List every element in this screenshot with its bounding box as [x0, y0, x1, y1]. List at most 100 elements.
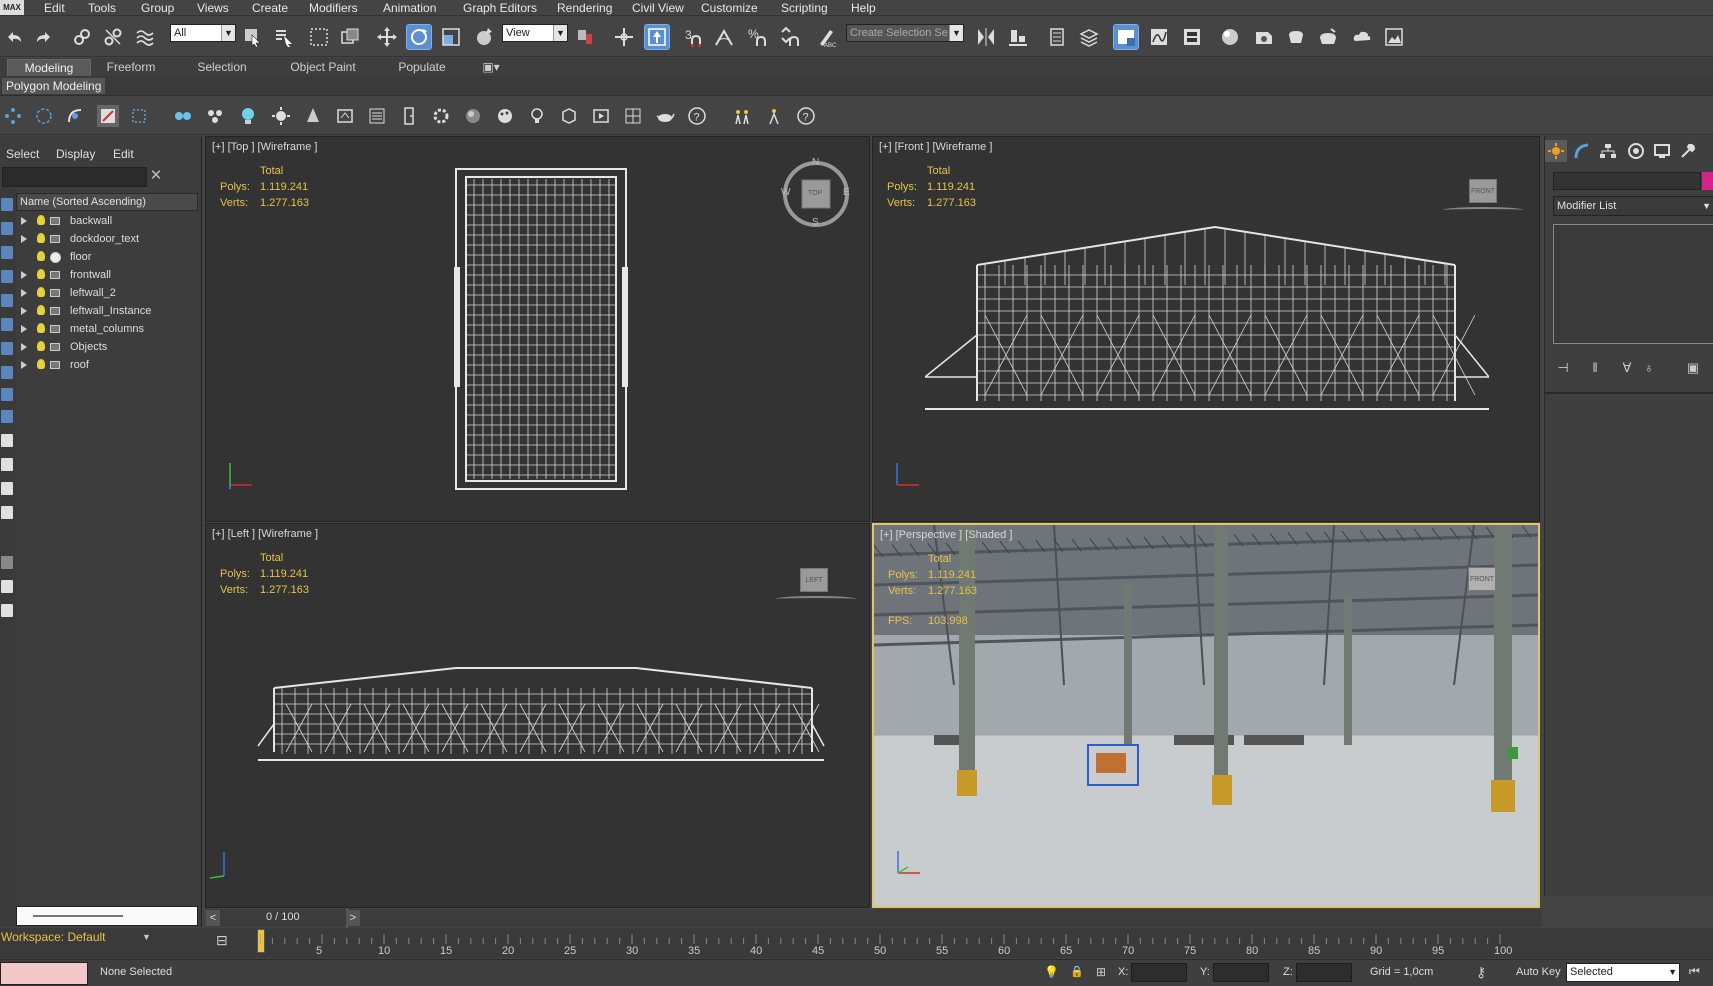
menu-customize[interactable]: Customize [701, 1, 758, 15]
menu-help[interactable]: Help [851, 1, 876, 15]
scene-explorer-scrollbar[interactable] [16, 906, 198, 926]
x-coord-field[interactable] [1131, 963, 1187, 982]
spinner-snap-icon[interactable] [777, 25, 801, 49]
undo-icon[interactable] [2, 25, 26, 49]
auto-key-button[interactable]: Auto Key [1516, 966, 1561, 978]
filter-none-icon[interactable] [1, 458, 13, 471]
move-icon[interactable] [375, 25, 399, 49]
unlink-icon[interactable] [101, 25, 125, 49]
modifier-stack[interactable] [1553, 224, 1713, 344]
filter-frozen-icon[interactable] [1, 506, 13, 519]
object-type-icon[interactable] [50, 252, 61, 263]
grid-snap-icon[interactable] [622, 105, 644, 127]
object-type-icon[interactable] [50, 361, 60, 369]
teapot-icon[interactable] [654, 105, 676, 127]
menu-create[interactable]: Create [252, 1, 288, 15]
list-item[interactable]: leftwall_2 [16, 284, 198, 302]
utilities-panel-icon[interactable] [1677, 140, 1699, 162]
align-icon[interactable] [1006, 25, 1030, 49]
toggle-layer-explorer-icon[interactable] [1077, 25, 1101, 49]
filter-cameras-icon[interactable] [1, 270, 13, 283]
populate-idle-icon[interactable] [763, 105, 785, 127]
border-icon[interactable] [64, 105, 86, 127]
tab-selection[interactable]: Selection [180, 59, 264, 76]
element-icon[interactable] [128, 105, 150, 127]
display-panel-icon[interactable] [1651, 140, 1673, 162]
scene-explorer-select-menu[interactable]: Select [6, 147, 39, 161]
light-bulb-icon[interactable] [37, 215, 45, 225]
expand-arrow-icon[interactable] [21, 343, 27, 351]
redo-icon[interactable] [32, 25, 56, 49]
viewport-perspective[interactable]: [+] [Perspective ] [Shaded ] Total Polys… [872, 523, 1540, 908]
render-setup-icon[interactable] [1252, 25, 1276, 49]
menu-civil-view[interactable]: Civil View [632, 1, 684, 15]
object-color-swatch[interactable] [1702, 172, 1713, 190]
filter-lights-icon[interactable] [1, 246, 13, 259]
go-to-start-icon[interactable]: ⏮ [1689, 964, 1700, 979]
motion-panel-icon[interactable] [1625, 140, 1647, 162]
camera-icon[interactable] [334, 105, 356, 127]
trackbar[interactable]: ⊟ 5 10 15 20 25 30 35 40 45 50 55 60 65 70 75 80 85 90 95 1… [0, 928, 1713, 958]
list-item[interactable]: metal_columns [16, 320, 198, 338]
light-bulb-icon[interactable] [237, 105, 259, 127]
rotate-icon[interactable] [406, 24, 432, 50]
object-type-icon[interactable] [50, 343, 60, 351]
remove-modifier-icon[interactable]: ♁ [1639, 358, 1659, 378]
configure-modifier-sets-icon[interactable]: ▣ [1683, 358, 1703, 378]
z-coord-field[interactable] [1296, 963, 1352, 982]
light-bulb-icon[interactable] [37, 305, 45, 315]
sphere-icon[interactable] [462, 105, 484, 127]
rendered-frame-window-icon[interactable] [1284, 25, 1308, 49]
expand-arrow-icon[interactable] [21, 325, 27, 333]
filter-funnel-icon[interactable] [1, 556, 13, 569]
object-name-field[interactable] [1553, 172, 1701, 190]
placement-icon[interactable] [472, 25, 496, 49]
light-bulb-icon[interactable] [37, 341, 45, 351]
box-icon[interactable] [558, 105, 580, 127]
scene-explorer-search-input[interactable] [2, 167, 147, 187]
tab-populate[interactable]: Populate [380, 59, 464, 76]
gear-icon[interactable] [430, 105, 452, 127]
curve-editor-icon[interactable] [1147, 25, 1171, 49]
list-item[interactable]: backwall [16, 212, 198, 230]
workspace-dropdown-icon[interactable]: ▼ [142, 932, 151, 942]
light-bulb-icon[interactable] [37, 269, 45, 279]
menu-scripting[interactable]: Scripting [781, 1, 828, 15]
vertex-icon[interactable] [2, 105, 24, 127]
viewport-top[interactable]: [+] [Top ] [Wireframe ] Total Polys: 1.11… [205, 136, 870, 522]
menu-modifiers[interactable]: Modifiers [309, 1, 358, 15]
expand-arrow-icon[interactable] [21, 307, 27, 315]
app-logo[interactable]: MAX [0, 0, 24, 15]
mirror-icon[interactable] [974, 25, 998, 49]
key-filter-dropdown[interactable]: Selected ▼ [1566, 963, 1680, 982]
maxscript-listener[interactable] [0, 962, 88, 985]
menu-edit[interactable]: Edit [44, 1, 65, 15]
object-type-icon[interactable] [50, 217, 60, 225]
door-icon[interactable] [398, 105, 420, 127]
tab-object-paint[interactable]: Object Paint [276, 59, 370, 76]
time-slider-next-button[interactable]: > [346, 910, 360, 926]
bind-space-warp-icon[interactable] [133, 25, 157, 49]
select-manipulate-icon[interactable] [612, 25, 636, 49]
viewcube[interactable]: FRONT [1468, 567, 1496, 591]
rectangular-selection-icon[interactable] [307, 25, 331, 49]
object-type-icon[interactable] [50, 325, 60, 333]
material-editor-icon[interactable] [1218, 25, 1242, 49]
help-icon[interactable]: ? [686, 105, 708, 127]
menu-graph-editors[interactable]: Graph Editors [463, 1, 537, 15]
a360-gallery-icon[interactable] [1382, 25, 1406, 49]
tab-freeform[interactable]: Freeform [91, 59, 171, 76]
modeling-tools-icon[interactable] [172, 105, 194, 127]
object-type-icon[interactable] [50, 307, 60, 315]
schematic-view-icon[interactable] [1180, 25, 1204, 49]
list-icon[interactable] [366, 105, 388, 127]
sort-icon[interactable] [1, 604, 13, 617]
expand-arrow-icon[interactable] [21, 217, 27, 225]
filter-spacewarps-icon[interactable] [1, 318, 13, 331]
polygon-modeling-panel[interactable]: Polygon Modeling [2, 78, 106, 94]
scene-explorer-display-menu[interactable]: Display [56, 147, 95, 161]
light-bulb-icon[interactable] [37, 251, 45, 261]
filter-containers-icon[interactable] [1, 410, 13, 423]
filter-all-icon[interactable] [1, 434, 13, 447]
time-slider[interactable]: < 0 / 100 > [206, 909, 1542, 927]
